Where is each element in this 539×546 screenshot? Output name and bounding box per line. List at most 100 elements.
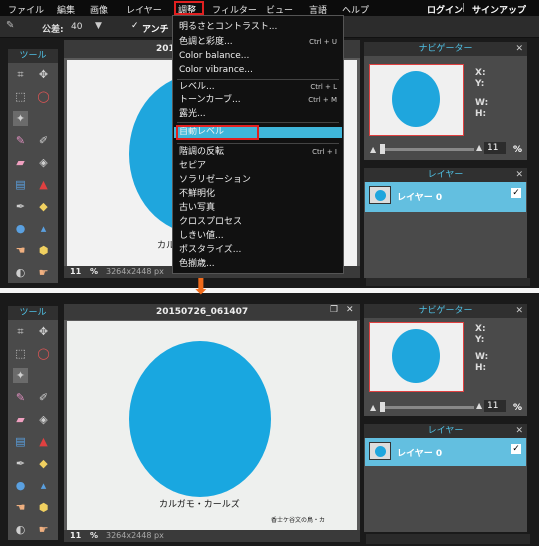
antialias-label: アンチ (142, 25, 169, 35)
layers-title: レイヤー ✕ (364, 424, 527, 438)
maximize-icon[interactable]: ❐ (330, 305, 338, 315)
pencil-icon[interactable]: ✎ (13, 390, 28, 405)
pencil-icon[interactable]: ✎ (13, 133, 28, 148)
move-icon[interactable]: ✥ (36, 67, 51, 82)
menu-exposure[interactable]: 露光... (179, 109, 339, 120)
thumb-circle (392, 71, 440, 127)
menu-levels[interactable]: レベル... Ctrl + L (179, 82, 339, 93)
menu-color-balance[interactable]: Color balance... (179, 51, 339, 62)
menu-layer[interactable]: レイヤー (126, 3, 162, 16)
stamp-icon[interactable]: ▲ (36, 434, 51, 449)
sponge-icon[interactable]: ⬢ (36, 243, 51, 258)
menu-posterize[interactable]: ポスタライズ... (179, 245, 339, 256)
drop-icon[interactable]: ● (13, 478, 28, 493)
hand-icon[interactable]: ☚ (13, 500, 28, 515)
drop-icon[interactable]: ● (13, 221, 28, 236)
zoom-slider-handle[interactable] (380, 144, 385, 154)
close-icon[interactable]: ✕ (346, 305, 354, 315)
layer-row[interactable]: レイヤー 0 ✓ (365, 438, 526, 466)
layer-name[interactable]: レイヤー 0 (397, 190, 442, 203)
checkbox-icon[interactable]: ✓ (511, 188, 521, 198)
close-icon[interactable]: ✕ (515, 168, 523, 182)
navigator-thumbnail[interactable] (369, 64, 464, 136)
menu-image[interactable]: 画像 (90, 3, 108, 16)
gradient-icon[interactable]: ▤ (13, 177, 28, 192)
menu-solarize[interactable]: ソラリゼーション (179, 175, 339, 186)
antialias-checkbox[interactable]: ✓ (131, 21, 139, 31)
marquee-icon[interactable]: ⬚ (13, 346, 28, 361)
sharpen-icon[interactable]: ▴ (36, 221, 51, 236)
navigator-thumbnail[interactable] (369, 322, 464, 392)
menu-file[interactable]: ファイル (8, 3, 44, 16)
zoom-slider-handle[interactable] (380, 402, 385, 412)
crop-icon[interactable]: ⌗ (13, 67, 28, 82)
magic-wand-icon[interactable]: ✦ (13, 368, 28, 383)
close-icon[interactable]: ✕ (515, 304, 523, 318)
navigator-panel: ナビゲーター ✕ X: Y: W: H: ▲ ▲ 11 % (364, 42, 527, 160)
menu-old-photo[interactable]: 古い写真 (179, 203, 339, 214)
menu-brightness[interactable]: 明るさとコントラスト... (179, 22, 339, 33)
photo[interactable]: カルガモ・カールズ 香士ケ谷文の鳥・カ (67, 321, 357, 530)
menu-invert[interactable]: 階調の反転 Ctrl + I (179, 147, 339, 158)
navigator-zoom-input[interactable]: 11 (484, 142, 506, 154)
bucket-icon[interactable]: ◈ (36, 412, 51, 427)
menu-edit[interactable]: 編集 (57, 3, 75, 16)
picker-icon[interactable]: ✒ (13, 456, 28, 471)
close-icon[interactable]: ✕ (515, 424, 523, 438)
magic-wand-icon[interactable]: ✦ (13, 111, 28, 126)
lasso-icon[interactable]: ◯ (36, 89, 51, 104)
menu-cross-process[interactable]: クロスプロセス (179, 217, 339, 228)
eraser-icon[interactable]: ▰ (13, 412, 28, 427)
login-link[interactable]: ログイン (427, 3, 463, 16)
zoom-icon[interactable]: ☛ (36, 265, 51, 280)
menu-color-reduce[interactable]: 色揃歳... (179, 259, 339, 270)
zoom-value[interactable]: 11 (70, 531, 81, 540)
shape-icon[interactable]: ◆ (36, 456, 51, 471)
signup-link[interactable]: サインアップ (472, 3, 526, 16)
bucket-icon[interactable]: ◈ (36, 155, 51, 170)
menu-threshold[interactable]: しきい値... (179, 231, 339, 242)
y-label: Y: (475, 335, 485, 345)
dodge-icon[interactable]: ◐ (13, 522, 28, 537)
hand-icon[interactable]: ☚ (13, 243, 28, 258)
canvas-title: 20150726_061407 (156, 307, 249, 317)
zoom-slider[interactable] (380, 148, 474, 151)
menu-sepia[interactable]: セピア (179, 161, 339, 172)
photo-corner-text: 香士ケ谷文の鳥・カ (271, 517, 326, 524)
layer-row[interactable]: レイヤー 0 ✓ (365, 182, 526, 212)
brush-icon[interactable]: ✐ (36, 390, 51, 405)
sharpen-icon[interactable]: ▴ (36, 478, 51, 493)
picker-icon[interactable]: ✒ (13, 199, 28, 214)
layers-toolbar (366, 278, 530, 286)
navigator-zoom-input[interactable]: 11 (484, 400, 506, 412)
zoom-slider[interactable] (380, 406, 474, 409)
close-icon[interactable]: ✕ (515, 42, 523, 56)
stamp-icon[interactable]: ▲ (36, 177, 51, 192)
menu-help[interactable]: ヘルプ (342, 3, 369, 16)
crop-icon[interactable]: ⌗ (13, 324, 28, 339)
menu-hue-saturation[interactable]: 色調と彩度... Ctrl + U (179, 37, 339, 48)
checkbox-icon[interactable]: ✓ (511, 444, 521, 454)
shape-icon[interactable]: ◆ (36, 199, 51, 214)
brush-icon[interactable]: ✐ (36, 133, 51, 148)
menu-blur[interactable]: 不鮮明化 (179, 189, 339, 200)
marquee-icon[interactable]: ⬚ (13, 89, 28, 104)
mountain-large-icon: ▲ (476, 401, 483, 410)
dodge-icon[interactable]: ◐ (13, 265, 28, 280)
lasso-icon[interactable]: ◯ (36, 346, 51, 361)
move-icon[interactable]: ✥ (36, 324, 51, 339)
layer-name[interactable]: レイヤー 0 (397, 446, 442, 459)
layers-title: レイヤー ✕ (364, 168, 527, 182)
image-size: 3264x2448 px (106, 531, 164, 540)
menu-curves[interactable]: トーンカーブ... Ctrl + M (179, 95, 339, 106)
divider (0, 288, 539, 293)
sponge-icon[interactable]: ⬢ (36, 500, 51, 515)
eraser-icon[interactable]: ▰ (13, 155, 28, 170)
menu-color-vibrance[interactable]: Color vibrance... (179, 65, 339, 76)
tools-title: ツール (8, 49, 58, 63)
zoom-value[interactable]: 11 (70, 267, 81, 276)
gradient-icon[interactable]: ▤ (13, 434, 28, 449)
zoom-icon[interactable]: ☛ (36, 522, 51, 537)
tolerance-value[interactable]: 40 (71, 22, 82, 32)
dropdown-arrow-icon[interactable]: ▼ (95, 21, 102, 31)
